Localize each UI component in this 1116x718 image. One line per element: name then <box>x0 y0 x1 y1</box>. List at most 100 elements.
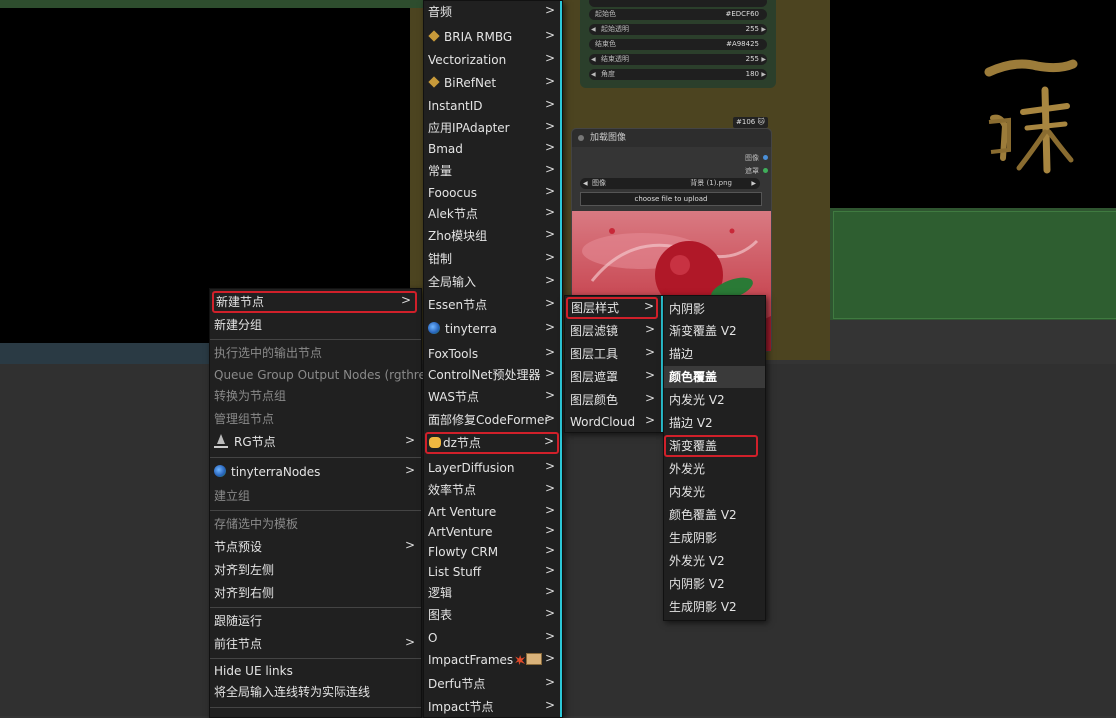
layer-style-item[interactable]: 生成阴影 V2 <box>664 596 765 618</box>
category-item[interactable]: ControlNet预处理器 > <box>424 364 560 386</box>
category-item[interactable]: 钳制 > <box>424 248 560 270</box>
menu-item-new-node[interactable]: 新建节点 > <box>212 291 417 313</box>
menu-item-follow-execution[interactable]: 跟随运行 <box>210 610 421 632</box>
dz-category-item[interactable]: 图层工具 > <box>565 343 659 365</box>
output-slot-mask[interactable] <box>763 168 768 173</box>
category-item[interactable]: ArtVenture > <box>424 521 560 543</box>
category-item-content: Zho模块组 <box>428 225 487 247</box>
dz-category-item[interactable]: 图层滤镜 > <box>565 320 659 342</box>
category-item[interactable]: Vectorization > <box>424 49 560 71</box>
layer-style-item[interactable]: 描边 <box>664 343 765 365</box>
category-item[interactable]: WAS节点 > <box>424 386 560 408</box>
param-end-alpha[interactable]: ◀ 结束透明 255 ▶ <box>589 54 767 65</box>
gradient-overlay-node[interactable]: 起始色 #EDCF60 ◀ 起始透明 255 ▶ 结束色 #A98425 ◀ 结… <box>580 0 776 88</box>
layer-style-item[interactable]: 描边 V2 <box>664 412 765 434</box>
submenu-arrow-icon: > <box>544 74 555 88</box>
dz-category-item[interactable]: 图层颜色 > <box>565 389 659 411</box>
image-select-combo[interactable]: ◀ 图像 背景 (1).png ▶ <box>580 178 760 189</box>
next-arrow-icon[interactable]: ▶ <box>751 178 756 189</box>
category-item[interactable]: InstantID > <box>424 95 560 117</box>
param-angle[interactable]: ◀ 角度 180 ▶ <box>589 69 767 80</box>
increment-icon[interactable]: ▶ <box>761 54 766 65</box>
layer-style-item[interactable]: 颜色覆盖 <box>664 366 765 388</box>
param-start-color[interactable]: 起始色 #EDCF60 <box>589 9 767 20</box>
param-end-color[interactable]: 结束色 #A98425 <box>589 39 767 50</box>
category-item[interactable]: 全局输入 > <box>424 271 560 293</box>
param-label: 起始色 <box>595 10 616 18</box>
layer-style-item[interactable]: 渐变覆盖 <box>664 435 758 457</box>
param-row-top[interactable] <box>589 0 767 7</box>
category-item[interactable]: 面部修复CodeFormer > <box>424 409 560 431</box>
layer-style-item[interactable]: 内发光 <box>664 481 765 503</box>
category-item[interactable]: Impact节点 > <box>424 696 560 718</box>
category-item[interactable]: tinyterra > <box>424 318 560 340</box>
output-slot-image[interactable] <box>763 155 768 160</box>
dz-nodes-menu[interactable]: 图层样式 > 图层滤镜 > 图层工具 > 图层遮罩 > 图层颜色 > WordCloud > <box>564 295 664 433</box>
category-item[interactable]: ImpactFrames > <box>424 649 560 671</box>
category-item[interactable]: Alek节点 > <box>424 203 560 225</box>
category-item[interactable]: BRIA RMBG > <box>424 26 560 48</box>
layer-style-item[interactable]: 外发光 <box>664 458 765 480</box>
menu-item-label: 新建分组 <box>214 318 263 332</box>
menu-item-align-right[interactable]: 对齐到右侧 <box>210 582 421 604</box>
category-item-content: WAS节点 <box>428 386 479 408</box>
layer-style-item[interactable]: 生成阴影 <box>664 527 765 549</box>
category-item[interactable]: 效率节点 > <box>424 479 560 501</box>
category-item[interactable]: Derfu节点 > <box>424 673 560 695</box>
submenu-arrow-icon: > <box>400 293 411 307</box>
decrement-icon[interactable]: ◀ <box>591 54 596 65</box>
prev-arrow-icon[interactable]: ◀ <box>583 178 588 189</box>
layer-style-label: 描边 <box>669 347 694 361</box>
increment-icon[interactable]: ▶ <box>761 69 766 80</box>
dz-category-item[interactable]: 图层遮罩 > <box>565 366 659 388</box>
layer-style-item[interactable]: 颜色覆盖 V2 <box>664 504 765 526</box>
category-item[interactable]: Fooocus > <box>424 182 560 204</box>
submenu-arrow-icon: > <box>544 651 555 665</box>
menu-item-align-left[interactable]: 对齐到左侧 <box>210 559 421 581</box>
layer-style-item[interactable]: 内阴影 <box>664 298 765 320</box>
category-item[interactable]: 应用IPAdapter > <box>424 117 560 139</box>
category-item[interactable]: Flowty CRM > <box>424 541 560 563</box>
layer-style-item[interactable]: 外发光 V2 <box>664 550 765 572</box>
upload-button[interactable]: choose file to upload <box>580 192 762 206</box>
category-item[interactable]: dz节点 > <box>425 432 559 454</box>
category-item[interactable]: Bmad > <box>424 138 560 160</box>
category-item-content: 音频 <box>428 1 452 23</box>
param-start-alpha[interactable]: ◀ 起始透明 255 ▶ <box>589 24 767 35</box>
menu-item-tinyterra-nodes[interactable]: tinyterraNodes > <box>210 461 421 483</box>
category-item[interactable]: 图表 > <box>424 604 560 626</box>
layer-style-item[interactable]: 渐变覆盖 V2 <box>664 320 765 342</box>
layer-style-menu[interactable]: 内阴影 渐变覆盖 V2 描边颜色覆盖 内发光 V2 描边 V2 渐变覆盖 外发光 内发光 颜色覆… <box>663 295 766 621</box>
category-item[interactable]: Art Venture > <box>424 501 560 523</box>
layer-style-item[interactable]: 内发光 V2 <box>664 389 765 411</box>
category-item[interactable]: Zho模块组 > <box>424 225 560 247</box>
category-item[interactable]: 音频 > <box>424 1 560 23</box>
category-item[interactable]: LayerDiffusion > <box>424 457 560 479</box>
category-item[interactable]: Essen节点 > <box>424 294 560 316</box>
menu-item-convert-global-links[interactable]: 将全局输入连线转为实际连线 <box>210 681 421 703</box>
menu-item-hide-ue-links[interactable]: Hide UE links <box>210 660 421 682</box>
decrement-icon[interactable]: ◀ <box>591 24 596 35</box>
category-item[interactable]: List Stuff > <box>424 561 560 583</box>
menu-item-label: 建立组 <box>214 489 251 503</box>
layer-style-item[interactable]: 内阴影 V2 <box>664 573 765 595</box>
menu-item-goto-node[interactable]: 前往节点 > <box>210 633 421 655</box>
collapse-dot-icon[interactable] <box>578 134 584 141</box>
node-title-bar[interactable]: 加载图像 <box>572 129 771 147</box>
category-item[interactable]: O > <box>424 627 560 649</box>
menu-item-rg-nodes[interactable]: RG节点 > <box>210 431 421 453</box>
decrement-icon[interactable]: ◀ <box>591 69 596 80</box>
node-category-menu[interactable]: 音频 > BRIA RMBG > Vectorization > BiRefNet > Inst… <box>423 0 563 718</box>
dz-category-item[interactable]: WordCloud > <box>565 411 659 433</box>
dz-category-item[interactable]: 图层样式 > <box>566 297 658 319</box>
menu-item-new-group[interactable]: 新建分组 <box>210 314 421 336</box>
category-item[interactable]: FoxTools > <box>424 343 560 365</box>
globe-icon <box>428 322 440 334</box>
context-menu[interactable]: 新建节点 > 新建分组 执行选中的输出节点 Queue Group Output … <box>209 288 438 718</box>
category-item[interactable]: BiRefNet > <box>424 72 560 94</box>
category-item[interactable]: 常量 > <box>424 160 560 182</box>
increment-icon[interactable]: ▶ <box>761 24 766 35</box>
right-green-node[interactable] <box>833 211 1116 319</box>
category-item[interactable]: 逻辑 > <box>424 582 560 604</box>
menu-item-node-presets[interactable]: 节点预设 > <box>210 536 421 558</box>
